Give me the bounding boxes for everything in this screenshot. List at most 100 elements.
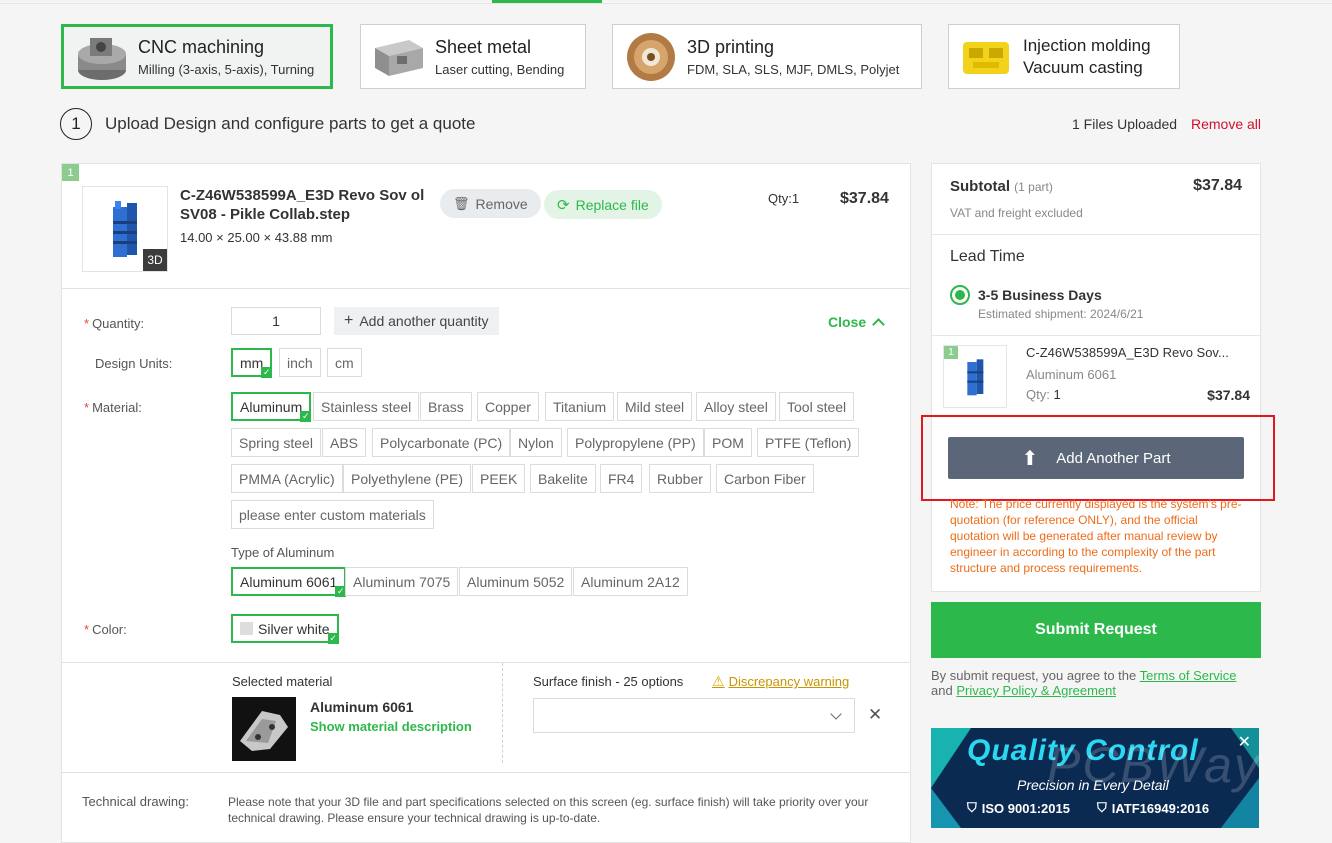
service-tab-sheet-metal[interactable]: Sheet metal Laser cutting, Bending	[360, 24, 586, 89]
unit-mm[interactable]: mm	[231, 348, 273, 378]
add-quantity-button[interactable]: + Add another quantity	[334, 307, 499, 335]
shield-icon: ⛉	[1097, 800, 1107, 815]
material-chip[interactable]: Copper	[477, 392, 539, 421]
material-chip[interactable]: Spring steel	[231, 428, 321, 457]
lead-time-radio[interactable]	[950, 285, 970, 305]
discrepancy-warning-link[interactable]: ⚠ Discrepancy warning	[712, 673, 849, 690]
unit-inch[interactable]: inch	[279, 348, 321, 377]
material-chip[interactable]: Polycarbonate (PC)	[372, 428, 511, 457]
files-uploaded-count: 1 Files Uploaded	[1072, 116, 1178, 132]
part-index-badge: 1	[62, 164, 79, 181]
material-chip[interactable]: PTFE (Teflon)	[757, 428, 860, 457]
material-chip[interactable]: Aluminum	[231, 392, 312, 422]
subtotal-price: $37.84	[1193, 177, 1242, 194]
surface-finish-select[interactable]	[533, 698, 855, 733]
material-chip[interactable]: Carbon Fiber	[716, 464, 814, 493]
remove-all-link[interactable]: Remove all	[1191, 116, 1261, 132]
service-subtitle: FDM, SLA, SLS, MJF, DMLS, Polyjet	[687, 61, 900, 77]
type-chip[interactable]: Aluminum 6061	[231, 567, 347, 597]
type-chip[interactable]: Aluminum 5052	[459, 567, 573, 596]
chevron-down-icon	[830, 708, 842, 720]
material-chip[interactable]: PEEK	[472, 464, 526, 493]
item-material: Aluminum 6061	[1026, 367, 1117, 382]
material-chip[interactable]: ABS	[322, 428, 367, 457]
material-chip[interactable]: Alloy steel	[696, 392, 776, 421]
replace-label: Replace file	[575, 196, 649, 213]
chevron-up-icon	[872, 317, 885, 331]
divider	[932, 335, 1260, 336]
clear-surface-icon[interactable]: ✕	[868, 705, 882, 725]
submit-request-button[interactable]: Submit Request	[931, 602, 1261, 658]
remove-label: Remove	[475, 195, 528, 212]
add-part-label: Add Another Part	[1056, 449, 1171, 467]
type-chip[interactable]: Aluminum 2A12	[573, 567, 688, 596]
vertical-dashed-divider	[502, 663, 503, 763]
technical-drawing-note: Please note that your 3D file and part s…	[228, 795, 869, 825]
refresh-icon: ⟳	[557, 196, 570, 214]
material-chip[interactable]: Nylon	[510, 428, 562, 457]
service-title: Sheet metal	[435, 36, 532, 57]
type-chip[interactable]: Aluminum 7075	[345, 567, 459, 596]
warning-icon: ⚠	[712, 673, 725, 689]
color-value: Silver white	[258, 620, 330, 637]
type-label: Type of Aluminum	[231, 545, 335, 560]
service-tab-injection-molding[interactable]: Injection molding Vacuum casting	[948, 24, 1180, 89]
unit-cm[interactable]: cm	[327, 348, 362, 377]
material-chip[interactable]: Brass	[420, 392, 472, 421]
material-chip[interactable]: PMMA (Acrylic)	[231, 464, 343, 493]
vat-note: VAT and freight excluded	[950, 206, 1083, 220]
banner-cert-iso: ⛉ ISO 9001:2015	[967, 800, 1070, 816]
3d-viewer-badge[interactable]: 3D	[143, 249, 167, 271]
show-description-link[interactable]: Show material description	[310, 719, 472, 734]
service-subtitle: Laser cutting, Bending	[435, 61, 565, 77]
discrepancy-label: Discrepancy warning	[728, 674, 850, 689]
material-chip[interactable]: Polypropylene (PP)	[567, 428, 704, 457]
material-chip[interactable]: FR4	[600, 464, 643, 493]
part-thumbnail[interactable]: 3D	[82, 186, 168, 272]
selected-material-label: Selected material	[232, 674, 333, 689]
service-subtitle: Milling (3-axis, 5-axis), Turning	[138, 61, 315, 77]
custom-material-input[interactable]: please enter custom materials	[231, 500, 434, 529]
service-subtitle: Vacuum casting	[1023, 57, 1143, 77]
lead-time-option: 3-5 Business Days	[978, 287, 1102, 303]
quality-banner[interactable]: Quality Control Precision in Every Detai…	[931, 728, 1259, 828]
price-note: Note: The price currently displayed is t…	[950, 497, 1242, 575]
material-chip[interactable]: Mild steel	[617, 392, 693, 421]
part-model-icon	[967, 359, 984, 396]
lead-time-label: Lead Time	[950, 248, 1025, 265]
cnc-part-icon	[78, 37, 126, 80]
color-chip[interactable]: Silver white	[231, 614, 339, 644]
quantity-input[interactable]: 1	[231, 307, 321, 335]
item-qty: Qty: 1	[1026, 387, 1061, 402]
subtotal-label: Subtotal (1 part)	[950, 178, 1053, 195]
part-qty: Qty:1	[768, 191, 800, 206]
top-divider	[0, 3, 1332, 4]
service-tab-3d-printing[interactable]: 3D printing FDM, SLA, SLS, MJF, DMLS, Po…	[612, 24, 922, 89]
trash-icon: 🗑	[453, 195, 470, 211]
material-chip[interactable]: POM	[704, 428, 752, 457]
add-another-part-button[interactable]: ⬆ Add Another Part	[948, 437, 1244, 479]
close-icon[interactable]: ✕	[1238, 732, 1251, 752]
service-title: 3D printing	[687, 36, 775, 57]
privacy-link[interactable]: Privacy Policy & Agreement	[956, 683, 1116, 698]
quantity-label: * Quantity:	[84, 316, 145, 331]
part-card: 1 3D C-Z46W538599A_E3D Revo Sov ol SV08 …	[61, 163, 911, 843]
service-tab-cnc[interactable]: CNC machining Milling (3-axis, 5-axis), …	[61, 24, 333, 89]
shield-icon: ⛉	[967, 800, 977, 815]
part-model-icon	[113, 201, 137, 257]
replace-file-button[interactable]: ⟳ Replace file	[544, 190, 662, 219]
material-chip[interactable]: Bakelite	[530, 464, 596, 493]
material-chip[interactable]: Tool steel	[779, 392, 855, 421]
section-divider	[62, 772, 910, 773]
upload-icon: ⬆	[1021, 447, 1039, 470]
material-chip[interactable]: Polyethylene (PE)	[343, 464, 472, 493]
terms-link[interactable]: Terms of Service	[1140, 668, 1237, 683]
remove-part-button[interactable]: 🗑 Remove	[440, 189, 541, 218]
selected-material-name: Aluminum 6061	[310, 699, 414, 715]
close-config-button[interactable]: Close	[828, 314, 885, 331]
close-label: Close	[828, 314, 867, 330]
material-chip[interactable]: Stainless steel	[313, 392, 420, 421]
banner-cert-iatf: ⛉ IATF16949:2016	[1097, 800, 1210, 816]
material-chip[interactable]: Rubber	[649, 464, 711, 493]
material-chip[interactable]: Titanium	[545, 392, 615, 421]
